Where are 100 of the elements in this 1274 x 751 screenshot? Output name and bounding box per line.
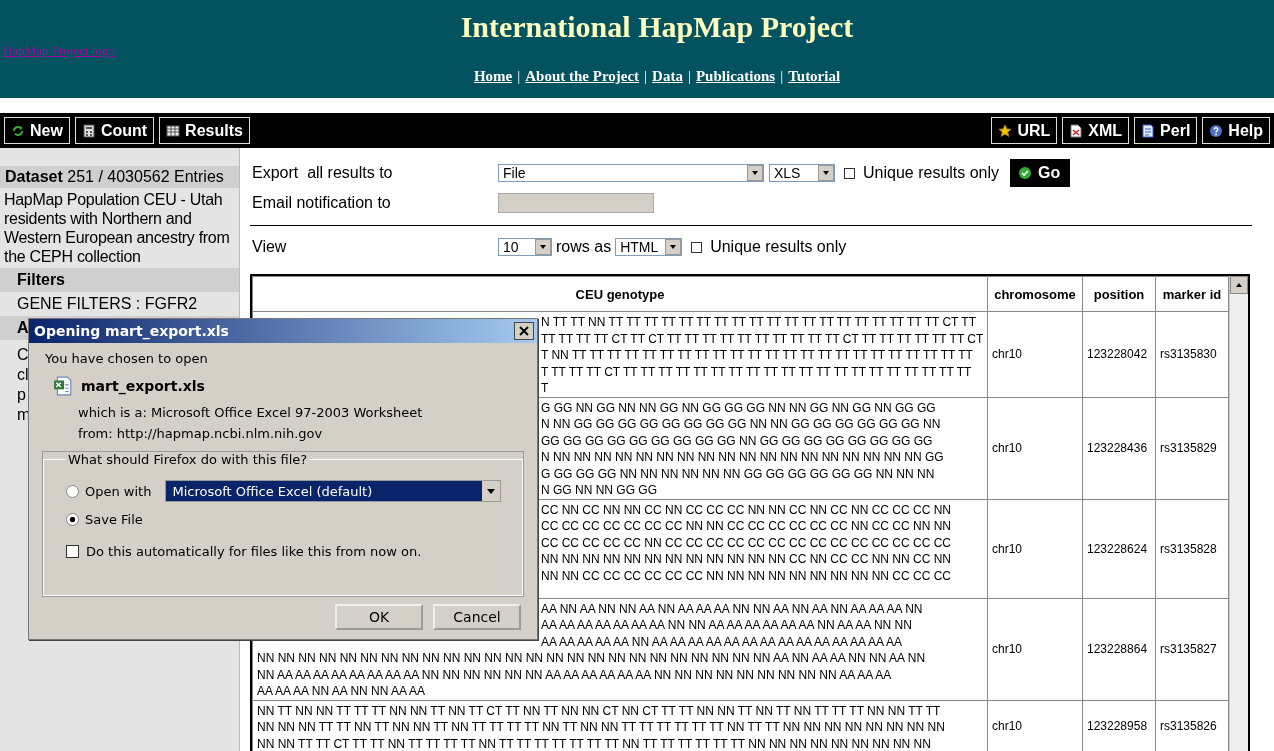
genotype-text: AA AA AA AA AA NN AA AA AA AA AA AA AA AA AA AA AA AA AA AA bbox=[541, 633, 902, 650]
column-header: CEU genotype bbox=[252, 276, 988, 312]
nav-link[interactable]: About the Project bbox=[525, 68, 640, 85]
refresh-icon bbox=[11, 123, 25, 138]
checkbox[interactable] bbox=[844, 167, 855, 179]
close-button[interactable] bbox=[514, 322, 534, 340]
toolbar-button[interactable]: Results bbox=[159, 117, 250, 144]
nav-link[interactable]: Tutorial bbox=[788, 68, 841, 85]
toolbar-button[interactable]: URL bbox=[991, 117, 1058, 144]
attribute-item: p bbox=[17, 385, 26, 405]
dialog-title: Opening mart_export.xls bbox=[34, 323, 229, 339]
table-cell: chr10 bbox=[987, 311, 1083, 397]
rows-select[interactable]: 10 bbox=[498, 238, 552, 256]
view-format-select[interactable]: HTML bbox=[615, 238, 683, 256]
toolbar-button[interactable]: Help bbox=[1202, 117, 1270, 144]
toolbar-button[interactable]: Perl bbox=[1134, 117, 1198, 144]
application-select[interactable]: Microsoft Office Excel (default) bbox=[165, 480, 502, 502]
table-cell: rs3135830 bbox=[1155, 311, 1229, 397]
genotype-text: G GG NN GG NN NN GG NN GG GG GG NN NN GG NN GG NN GG GG bbox=[541, 399, 936, 416]
go-button[interactable]: Go bbox=[1010, 159, 1071, 187]
meta-label: which is a: bbox=[78, 405, 147, 420]
checkbox-label: Unique results only bbox=[710, 238, 847, 256]
export-label: Export all results to bbox=[252, 164, 394, 182]
genotype-text: N NN NN NN NN NN NN NN NN NN NN NN NN NN NN NN NN NN NN GG bbox=[541, 449, 944, 466]
genotype-text: AA AA AA NN AA NN NN AA AA bbox=[257, 683, 426, 700]
table-icon bbox=[166, 123, 181, 138]
genotype-text: N NN GG GG GG GG GG GG GG GG NN NN GG GG GG GG GG GG NN bbox=[541, 416, 941, 433]
genotype-text: CC NN CC NN NN CC NN CC CC CC NN NN CC NN CC NN CC CC CC NN bbox=[541, 501, 951, 518]
checkbox-label: Do this automatically for files like this from now on. bbox=[86, 543, 422, 559]
dataset-heading: Dataset 251 / 4030562 Entries bbox=[5, 168, 224, 185]
radio-label: Save File bbox=[85, 511, 143, 527]
genotype-text: NN NN NN TT TT NN TT NN NN TT NN TT TT TT TT NN TT NN NN TT TT TT TT TT TT NN TT TT NN NN NN NN NN NN NN NN bbox=[257, 719, 945, 736]
column-header: chromosome bbox=[987, 276, 1083, 312]
email-label: Email notification to bbox=[252, 194, 392, 212]
scrollbar[interactable] bbox=[1229, 276, 1248, 751]
nav-link[interactable]: Data bbox=[652, 68, 683, 85]
group-label: What should Firefox do with this file? bbox=[67, 452, 309, 467]
genotype-text: CC CC CC CC CC NN CC CC CC CC CC CC CC CC CC CC CC CC CC CC bbox=[541, 534, 951, 551]
section-heading: Filters bbox=[17, 271, 65, 288]
toolbar-button[interactable]: New bbox=[4, 117, 70, 144]
script-icon bbox=[1141, 123, 1156, 138]
genotype-text: NN NN CC CC CC CC CC CC NN NN NN NN NN NN NN NN NN CC CC CC bbox=[541, 567, 951, 584]
genotype-text: T bbox=[541, 380, 549, 397]
meta-label: from: bbox=[78, 426, 113, 441]
column-header: marker id bbox=[1155, 276, 1229, 312]
table-cell: 123228624 bbox=[1082, 499, 1156, 598]
genotype-text: NN NN NN NN NN NN NN NN NN NN NN NN CC NN CC CC NN NN CC NN bbox=[541, 551, 951, 568]
close-icon bbox=[519, 326, 529, 336]
calculator-icon bbox=[81, 123, 96, 138]
genotype-text: TT TT TT TT CT TT CT TT TT TT TT TT TT TT TT TT TT CT TT TT TT TT TT TT CT bbox=[541, 330, 984, 347]
genotype-text: NN TT NN NN TT TT TT NN NN TT NN TT CT TT NN TT NN NN CT NN CT TT TT NN NN TT NN TT NN TT TT TT NN NN TT TT bbox=[257, 702, 941, 719]
checkbox-label: Unique results only bbox=[863, 164, 1000, 182]
checkbox[interactable] bbox=[691, 241, 703, 253]
dialog-button[interactable]: OK bbox=[335, 604, 423, 630]
genotype-text: NN NN TT TT CT TT TT NN TT TT TT TT NN TT TT TT TT TT TT TT NN TT TT TT TT TT TT NN NN NN NN NN NN NN NN NN bbox=[257, 735, 931, 751]
table-cell: 123228042 bbox=[1082, 311, 1156, 397]
genotype-text: AA AA AA AA AA AA AA NN NN AA AA AA AA AA AA NN AA AA NN NN bbox=[541, 617, 912, 634]
toolbar-button[interactable]: XML bbox=[1062, 117, 1130, 144]
genotype-text: G GG GG GG NN NN NN NN NN NN GG GG GG GG GG GG NN NN NN bbox=[541, 465, 935, 482]
file-type: Microsoft Office Excel 97-2003 Worksheet bbox=[151, 405, 423, 420]
section-heading: A bbox=[17, 319, 29, 336]
nav-link[interactable]: Publications bbox=[695, 68, 776, 85]
column-header: position bbox=[1082, 276, 1156, 312]
genotype-text: CC CC CC CC CC CC CC NN NN CC CC CC CC CC CC NN CC CC NN NN bbox=[541, 518, 951, 535]
table-cell: chr10 bbox=[987, 397, 1083, 499]
radio-button[interactable] bbox=[66, 484, 79, 498]
rows-as-label: rows as bbox=[556, 238, 612, 256]
genotype-text: T TT TT TT CT TT TT TT TT TT TT TT TT TT TT TT TT TT TT TT TT TT TT TT TT bbox=[541, 363, 972, 380]
table-cell: chr10 bbox=[987, 598, 1083, 700]
check-icon bbox=[1018, 166, 1033, 180]
filter-item[interactable]: GENE FILTERS : FGFR2 bbox=[0, 292, 239, 316]
dataset-description: HapMap Population CEU - Utah residents with Northern and Western European ancestry from the CEPH collection bbox=[3, 190, 231, 267]
nav-separator: | bbox=[517, 68, 521, 85]
site-title: International HapMap Project bbox=[460, 10, 854, 44]
radio-button[interactable] bbox=[66, 512, 79, 526]
attribute-item: C bbox=[17, 345, 29, 365]
nav-separator: | bbox=[780, 68, 784, 85]
genotype-text: N TT TT NN TT TT TT TT TT TT TT TT TT TT TT TT TT TT TT TT TT TT TT CT TT bbox=[541, 314, 976, 331]
genotype-text: NN AA AA AA AA AA AA AA AA NN NN NN NN NN NN AA AA AA AA AA AA NN NN NN NN NN NN NN NN NN AA AA AA bbox=[257, 666, 892, 683]
table-cell: rs3135827 bbox=[1155, 598, 1229, 700]
nav-link[interactable]: Home bbox=[473, 68, 513, 85]
file-name: mart_export.xls bbox=[81, 378, 205, 394]
help-icon bbox=[1209, 123, 1224, 138]
destination-select[interactable]: File bbox=[498, 164, 764, 182]
format-select[interactable]: XLS bbox=[769, 164, 835, 182]
nav-separator: | bbox=[687, 68, 691, 85]
table-cell: rs3135829 bbox=[1155, 397, 1229, 499]
dialog-button[interactable]: Cancel bbox=[433, 604, 521, 630]
view-label: View bbox=[252, 238, 288, 256]
table-cell: 123228864 bbox=[1082, 598, 1156, 700]
document-icon bbox=[1069, 123, 1084, 138]
genotype-text: AA NN AA NN NN AA NN AA AA AA NN NN AA NN AA NN AA AA AA NN bbox=[541, 600, 923, 617]
radio-label: Open with bbox=[85, 483, 152, 499]
toolbar-button[interactable]: Count bbox=[74, 117, 155, 144]
dialog-intro: You have chosen to open bbox=[45, 351, 209, 366]
table-cell: rs3135828 bbox=[1155, 499, 1229, 598]
checkbox[interactable] bbox=[66, 544, 79, 558]
attribute-item: cl bbox=[17, 365, 29, 385]
star-icon bbox=[998, 123, 1013, 138]
file-source: http://hapmap.ncbi.nlm.nih.gov bbox=[116, 426, 323, 441]
